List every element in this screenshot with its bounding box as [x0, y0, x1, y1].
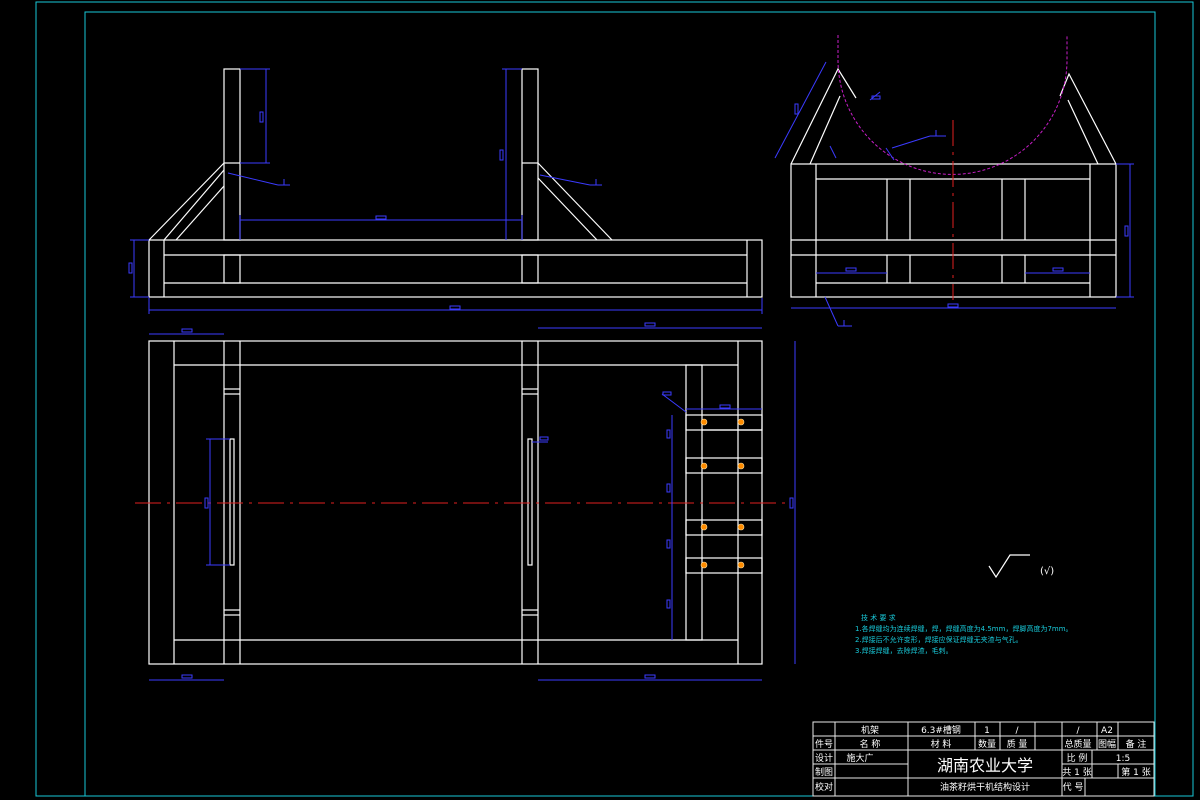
tb-sheets-total: 共 1 张 — [1062, 767, 1091, 778]
technical-requirements: 技 术 要 求 1.各焊缝均为连续焊缝，焊，焊缝高度为4.5mm，焊脚高度为7m… — [855, 613, 1145, 657]
tb-design-label: 设计 — [815, 752, 833, 764]
tb-quantity: 1 — [984, 726, 990, 736]
tb-scale-label: 比 例 — [1067, 752, 1088, 764]
requirement-item: 1.各焊缝均为连续焊缝，焊，焊缝高度为4.5mm，焊脚高度为7mm。 — [855, 625, 1073, 633]
tb-draw-label: 制图 — [815, 766, 833, 778]
tb-check-label: 校对 — [815, 781, 833, 793]
side-view — [774, 35, 1134, 327]
tb-hdr-drawing: 图幅 — [1098, 738, 1116, 750]
front-view — [128, 68, 763, 314]
tb-code-label: 代 号 — [1063, 782, 1084, 793]
tb-sheet-no: 第 1 张 — [1121, 766, 1150, 778]
tb-unit-weight: / — [1015, 726, 1019, 736]
requirement-item: 3.焊接焊缝，去除焊渣，毛刺。 — [855, 647, 953, 655]
cad-drawing: 机架 6.3#槽钢 1 / / A2 件号 名 称 材 料 数量 质 量 总质量… — [35, 1, 1194, 797]
tb-sheet-size: A2 — [1101, 726, 1113, 736]
tb-university: 湖南农业大学 — [937, 756, 1033, 775]
tb-material: 6.3#槽钢 — [921, 724, 961, 736]
tb-scale: 1:5 — [1116, 754, 1130, 764]
outer-frame — [35, 1, 1194, 797]
requirement-item: 2.焊接后不允许变形，焊接应保证焊缝无夹渣与气孔。 — [855, 636, 1023, 644]
tb-hdr-weight: 质 量 — [1007, 738, 1028, 750]
requirements-heading: 技 术 要 求 — [861, 614, 896, 622]
inner-frame — [84, 11, 1156, 797]
tb-hdr-remark: 备 注 — [1126, 738, 1147, 750]
tb-hdr-material: 材 料 — [931, 738, 952, 750]
tb-hdr-name: 名 称 — [860, 738, 881, 750]
roughness-symbol — [988, 554, 1030, 579]
tb-hdr-qty: 数量 — [978, 738, 996, 750]
top-view — [135, 322, 796, 681]
tb-drawing-title: 油茶籽烘干机结构设计 — [940, 781, 1030, 793]
tb-designer: 施大广 — [846, 752, 873, 764]
tb-part-name: 机架 — [861, 724, 879, 736]
tb-hdr-total-weight: 总质量 — [1064, 738, 1091, 750]
tb-total-weight: / — [1076, 726, 1080, 736]
title-block: 机架 6.3#槽钢 1 / / A2 件号 名 称 材 料 数量 质 量 总质量… — [812, 721, 1155, 797]
tb-hdr-no: 件号 — [815, 738, 833, 750]
roughness-note: (√) — [1040, 566, 1055, 577]
